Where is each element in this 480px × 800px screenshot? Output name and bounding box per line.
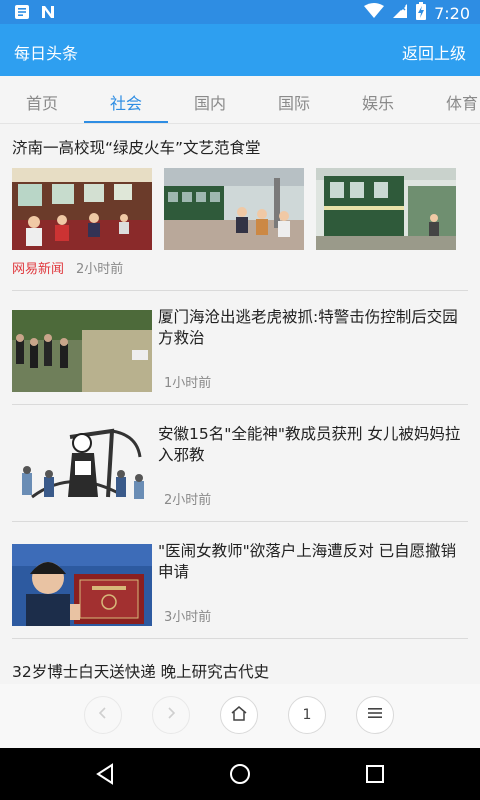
chevron-right-icon xyxy=(164,706,178,724)
chevron-left-icon xyxy=(96,706,110,724)
divider xyxy=(12,521,468,522)
tab-society[interactable]: 社会 xyxy=(84,90,168,114)
gallery-image-train-car[interactable] xyxy=(316,168,456,250)
article-image-cult-cartoon[interactable] xyxy=(12,427,152,509)
tab-domestic[interactable]: 国内 xyxy=(168,90,252,114)
bottom-toolbar: 1 xyxy=(0,684,480,748)
article-time: 2小时前 xyxy=(76,262,124,277)
status-bar: 7:20 xyxy=(0,0,480,24)
signal-icon xyxy=(392,3,408,23)
category-tabs: 首页 社会 国内 国际 娱乐 体育 xyxy=(0,76,480,124)
home-icon xyxy=(230,705,248,725)
divider xyxy=(12,638,468,639)
tab-count-button[interactable]: 1 xyxy=(288,696,326,734)
n-icon xyxy=(40,4,56,24)
tab-international[interactable]: 国际 xyxy=(252,90,336,114)
app-title: 每日头条 xyxy=(14,44,79,63)
menu-button[interactable] xyxy=(356,696,394,734)
tab-entertainment[interactable]: 娱乐 xyxy=(336,90,420,114)
article-time: 2小时前 xyxy=(164,493,212,508)
notes-icon xyxy=(14,4,30,24)
article-item[interactable]: "医闹女教师"欲落户上海遭反对 已自愿撤销申请 3小时前 xyxy=(0,536,480,646)
divider xyxy=(12,404,468,405)
article-time: 1小时前 xyxy=(164,376,212,391)
gallery-image-train-interior[interactable] xyxy=(12,168,152,250)
gallery-meta: 网易新闻 2小时前 xyxy=(12,258,123,277)
article-item[interactable]: 厦门海沧出逃老虎被抓:特警击伤控制后交园方救治 1小时前 xyxy=(0,302,480,412)
article-headline[interactable]: "医闹女教师"欲落户上海遭反对 已自愿撤销申请 xyxy=(158,541,470,583)
article-headline[interactable]: 32岁博士白天送快递 晚上研究古代史 xyxy=(12,660,269,682)
app-bar: 每日头条 返回上级 xyxy=(0,24,480,76)
back-triangle-icon[interactable] xyxy=(94,763,116,789)
article-image-hukou-booklet[interactable] xyxy=(12,544,152,626)
gallery-article[interactable]: 济南一高校现“绿皮火车”文艺范食堂 网易新闻 2小时前 xyxy=(0,124,480,290)
status-right-icons: 7:20 xyxy=(364,2,470,24)
tab-sports[interactable]: 体育 xyxy=(420,90,480,114)
article-item[interactable]: 安徽15名"全能神"教成员获刑 女儿被妈妈拉入邪教 2小时前 xyxy=(0,419,480,529)
article-time: 3小时前 xyxy=(164,610,212,625)
wifi-icon xyxy=(364,3,385,23)
news-feed[interactable]: 济南一高校现“绿皮火车”文艺范食堂 网易新闻 2小时前 厦门海沧出逃老虎被抓:特… xyxy=(0,124,480,684)
recents-square-icon[interactable] xyxy=(364,763,386,789)
article-image-tiger-capture[interactable] xyxy=(12,310,152,392)
home-button[interactable] xyxy=(220,696,258,734)
tab-count: 1 xyxy=(302,707,312,723)
system-navigation-bar xyxy=(0,748,480,800)
article-headline[interactable]: 安徽15名"全能神"教成员获刑 女儿被妈妈拉入邪教 xyxy=(158,424,470,466)
forward-nav-button[interactable] xyxy=(152,696,190,734)
article-headline[interactable]: 厦门海沧出逃老虎被抓:特警击伤控制后交园方救治 xyxy=(158,307,470,349)
gallery-article-title[interactable]: 济南一高校现“绿皮火车”文艺范食堂 xyxy=(12,136,261,158)
battery-charging-icon xyxy=(416,2,427,24)
back-button[interactable]: 返回上级 xyxy=(402,40,466,64)
status-left-icons xyxy=(14,4,56,24)
tab-home[interactable]: 首页 xyxy=(0,90,84,114)
divider xyxy=(12,290,468,291)
menu-icon xyxy=(367,706,383,724)
news-source: 网易新闻 xyxy=(12,262,65,277)
home-circle-icon[interactable] xyxy=(229,763,251,789)
back-nav-button[interactable] xyxy=(84,696,122,734)
clock-text: 7:20 xyxy=(434,3,470,23)
gallery-image-train-platform[interactable] xyxy=(164,168,304,250)
